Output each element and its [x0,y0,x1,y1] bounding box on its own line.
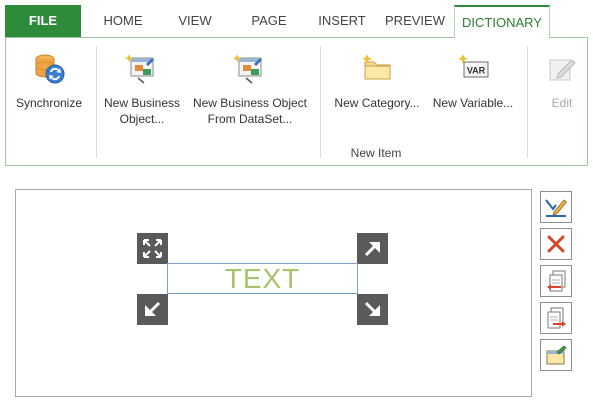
new-business-object-dataset-icon [232,50,268,86]
new-category-button[interactable]: New Category... [331,50,423,111]
new-business-object-icon [124,50,160,86]
copy-left-button[interactable] [540,265,572,297]
edit-pencil-icon [544,50,580,86]
new-category-label: New Category... [334,96,420,110]
new-variable-label: New Variable... [432,96,514,110]
new-item-group-label: New Item [350,146,402,160]
ribbon-panel: Synchronize New Business Object... New B… [5,37,588,166]
arrow-down-right-icon [364,301,380,317]
arrow-down-left-icon [145,301,161,317]
design-canvas[interactable]: TEXT [15,189,532,397]
resize-handle-bottom-left[interactable] [137,294,168,325]
ribbon-separator [96,46,97,158]
tab-preview[interactable]: PREVIEW [382,6,448,36]
delete-button[interactable] [540,228,572,260]
copy-left-icon [547,270,566,292]
resize-handle-bottom-right[interactable] [357,294,388,325]
new-variable-button[interactable]: VAR New Variable... [431,50,515,111]
edit-label: Edit [551,96,573,110]
properties-icon [546,345,567,365]
database-sync-icon [31,50,67,86]
text-component[interactable]: TEXT [167,263,358,294]
synchronize-label: Synchronize [15,96,83,110]
expand-icon [143,239,162,258]
tab-dictionary[interactable]: DICTIONARY [454,5,550,38]
new-business-object-label-line1: New Business [103,96,181,110]
ribbon-separator [320,46,321,158]
expand-handle[interactable] [137,233,168,264]
resize-handle-top-right[interactable] [357,233,388,264]
copy-right-button[interactable] [540,302,572,334]
new-business-object-label-line2: Object... [119,112,165,126]
tab-view[interactable]: VIEW [170,6,220,36]
ribbon-separator [527,46,528,158]
delete-icon [547,235,565,253]
new-variable-icon: VAR [455,50,491,86]
new-business-object-dataset-label-line1: New Business Object [192,96,308,110]
variable-badge-text: VAR [467,66,486,76]
tab-page[interactable]: PAGE [243,6,295,36]
tab-home[interactable]: HOME [92,6,154,36]
new-category-folder-icon [359,50,395,86]
tab-insert[interactable]: INSERT [313,6,371,36]
arrow-up-right-icon [364,241,380,257]
synchronize-button[interactable]: Synchronize [14,50,84,111]
new-business-object-from-dataset-button[interactable]: New Business Object From DataSet... [190,50,310,127]
edit-button[interactable]: Edit [542,50,582,111]
edit-component-button[interactable] [540,191,572,223]
properties-button[interactable] [540,339,572,371]
ribbon-tab-bar: FILE HOME VIEW PAGE INSERT PREVIEW DICTI… [0,0,593,38]
new-business-object-button[interactable]: New Business Object... [102,50,182,127]
copy-right-icon [547,307,566,329]
tab-file[interactable]: FILE [5,5,81,37]
new-business-object-dataset-label-line2: From DataSet... [207,112,293,126]
edit-component-icon [545,199,568,217]
